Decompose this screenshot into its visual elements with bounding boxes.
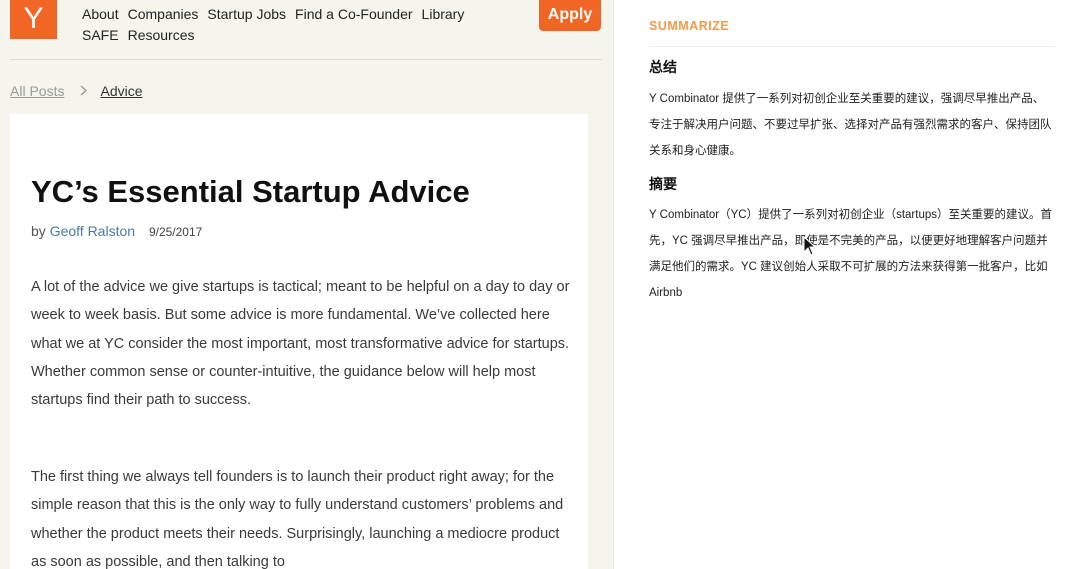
article-card: YC’s Essential Startup Advice by Geoff R… <box>10 114 588 569</box>
summary-heading: 总结 <box>649 59 677 75</box>
nav-link-find-cofounder[interactable]: Find a Co-Founder <box>295 6 413 22</box>
nav-link-library[interactable]: Library <box>422 6 465 22</box>
nav-link-startup-jobs[interactable]: Startup Jobs <box>207 6 286 22</box>
abstract-heading: 摘要 <box>649 176 677 192</box>
breadcrumb-all-posts[interactable]: All Posts <box>10 83 64 99</box>
header-divider <box>10 59 602 60</box>
breadcrumb: All Posts Advice <box>10 83 143 99</box>
nav-row-2: SAFE Resources <box>82 27 204 43</box>
summarize-panel: SUMMARIZE 总结 Y Combinator 提供了一系列对初创企业至关重… <box>614 0 1078 569</box>
abstract-text: Y Combinator（YC）提供了一系列对初创企业（startups）至关重… <box>649 209 1052 299</box>
panel-label: SUMMARIZE <box>649 19 730 33</box>
chevron-right-icon <box>80 83 88 99</box>
yc-website-pane: Y About Companies Startup Jobs Find a Co-Fo… <box>0 0 613 569</box>
byline: by Geoff Ralston 9/25/2017 <box>31 223 202 239</box>
breadcrumb-advice[interactable]: Advice <box>100 83 142 99</box>
author-link[interactable]: Geoff Ralston <box>50 223 135 239</box>
nav-link-safe[interactable]: SAFE <box>82 27 119 43</box>
byline-prefix: by <box>31 223 46 239</box>
nav-link-about[interactable]: About <box>82 6 119 22</box>
nav-link-companies[interactable]: Companies <box>128 6 199 22</box>
article-title: YC’s Essential Startup Advice <box>31 174 470 209</box>
summary-text: Y Combinator 提供了一系列对初创企业至关重要的建议，强调尽早推出产品… <box>649 93 1052 157</box>
apply-button[interactable]: Apply <box>539 0 601 31</box>
article-paragraph: A lot of the advice we give startups is … <box>31 279 570 409</box>
post-date: 9/25/2017 <box>148 225 203 239</box>
nav-row-1: About Companies Startup Jobs Find a Co-Foun… <box>82 6 473 22</box>
nav-link-resources[interactable]: Resources <box>128 27 195 43</box>
panel-divider <box>649 46 1054 47</box>
article-paragraph: The first thing we always tell founders … <box>31 469 564 569</box>
mouse-cursor-icon <box>803 236 817 256</box>
yc-logo[interactable]: Y <box>10 0 57 39</box>
